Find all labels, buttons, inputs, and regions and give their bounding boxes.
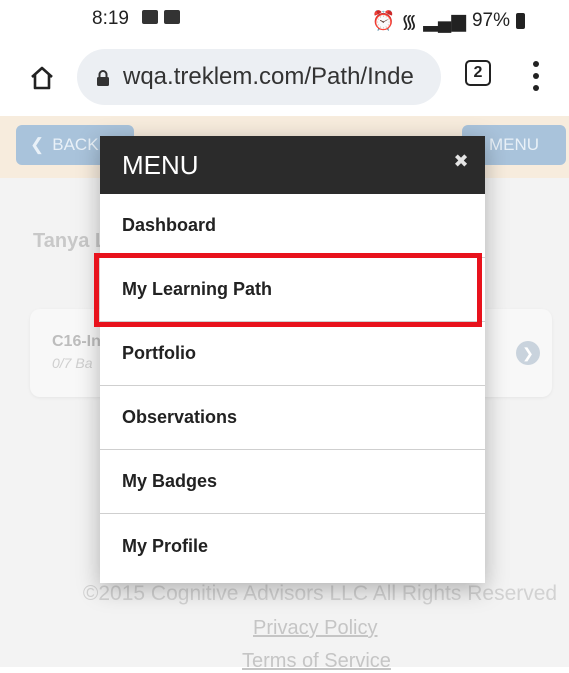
menu-list: Dashboard My Learning Path Portfolio Obs… [100, 194, 485, 578]
address-bar[interactable]: wqa.treklem.com/Path/Inde [77, 49, 441, 105]
more-dot [533, 73, 539, 79]
home-button[interactable] [22, 58, 62, 98]
battery-level: 97% [471, 10, 510, 31]
lock-icon [97, 70, 109, 86]
status-time: 8:19 [92, 8, 129, 29]
tab-switcher-button[interactable]: 2 [465, 60, 491, 86]
status-bar: 8:19 ⏰ ᯾ ▂▄▆ 97% [0, 0, 569, 40]
chevron-right-icon[interactable]: ❯ [516, 341, 540, 365]
more-dot [533, 61, 539, 67]
card-title: C16-In [52, 333, 101, 350]
user-name: Tanya L [33, 230, 108, 252]
menu-item-observations[interactable]: Observations [100, 386, 485, 450]
wifi-icon: ᯾ [401, 12, 418, 33]
status-icons-left [142, 10, 180, 24]
card-subtitle: 0/7 Ba [52, 355, 93, 371]
more-options-button[interactable] [530, 58, 542, 94]
menu-header: MENU ✖ [100, 136, 485, 194]
terms-of-service-link[interactable]: Terms of Service [242, 650, 391, 673]
menu-item-my-badges[interactable]: My Badges [100, 450, 485, 514]
url-text: wqa.treklem.com/Path/Inde [123, 63, 414, 90]
alarm-icon: ⏰ [371, 11, 396, 32]
voicemail-icon [142, 10, 158, 24]
battery-icon [516, 13, 525, 29]
chevron-left-icon: ❮ [30, 135, 45, 154]
menu-item-my-learning-path[interactable]: My Learning Path [100, 258, 485, 322]
menu-item-portfolio[interactable]: Portfolio [100, 322, 485, 386]
menu-item-dashboard[interactable]: Dashboard [100, 194, 485, 258]
menu-title: MENU [122, 150, 199, 180]
footer-copyright: ©2015 Cognitive Advisors LLC All Rights … [82, 582, 558, 605]
more-dot [533, 85, 539, 91]
back-label: BACK [52, 135, 99, 154]
menu-item-my-profile[interactable]: My Profile [100, 514, 485, 578]
privacy-policy-link[interactable]: Privacy Policy [253, 617, 377, 640]
signal-icon: ▂▄▆ [423, 10, 466, 32]
home-icon [31, 66, 53, 90]
close-icon[interactable]: ✖ [450, 150, 472, 172]
status-icons-right: ⏰ ᯾ ▂▄▆ 97% [371, 8, 525, 34]
browser-toolbar: wqa.treklem.com/Path/Inde 2 [0, 40, 569, 116]
image-icon [164, 10, 180, 24]
menu-modal: MENU ✖ Dashboard My Learning Path Portfo… [100, 136, 485, 583]
